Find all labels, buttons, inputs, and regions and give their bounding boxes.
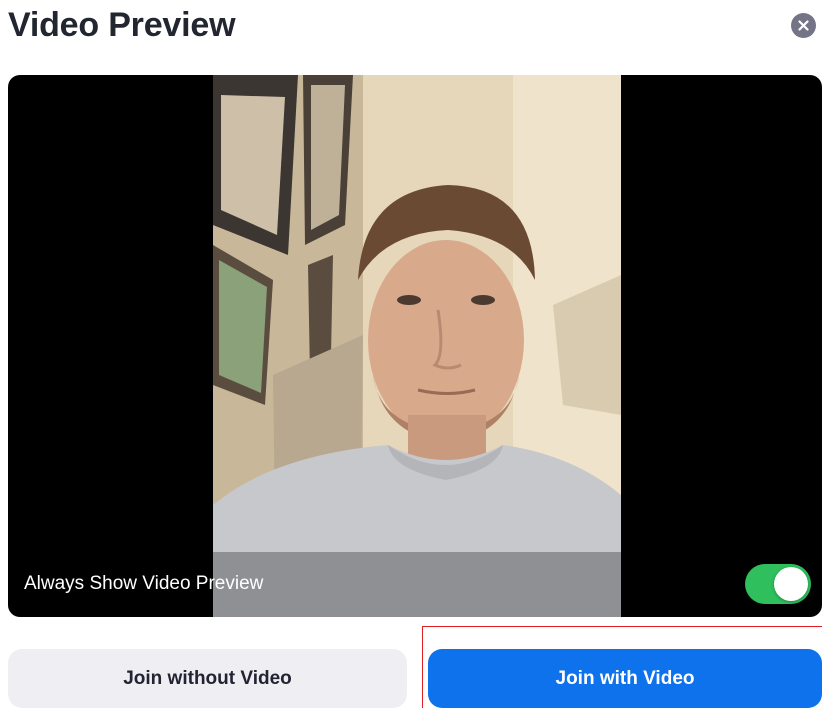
close-button[interactable] bbox=[791, 13, 816, 38]
close-icon bbox=[798, 20, 809, 31]
join-without-video-button[interactable]: Join without Video bbox=[8, 649, 407, 708]
dialog-title: Video Preview bbox=[8, 6, 236, 44]
camera-feed-image bbox=[213, 75, 621, 617]
video-preview-area: Always Show Video Preview bbox=[8, 75, 822, 617]
video-preview-dialog: Video Preview Always Show Video Preview … bbox=[0, 0, 822, 708]
join-with-video-button[interactable]: Join with Video bbox=[428, 649, 822, 708]
toggle-knob bbox=[774, 567, 808, 601]
always-show-preview-label: Always Show Video Preview bbox=[24, 573, 264, 594]
always-show-preview-toggle[interactable] bbox=[745, 564, 811, 604]
